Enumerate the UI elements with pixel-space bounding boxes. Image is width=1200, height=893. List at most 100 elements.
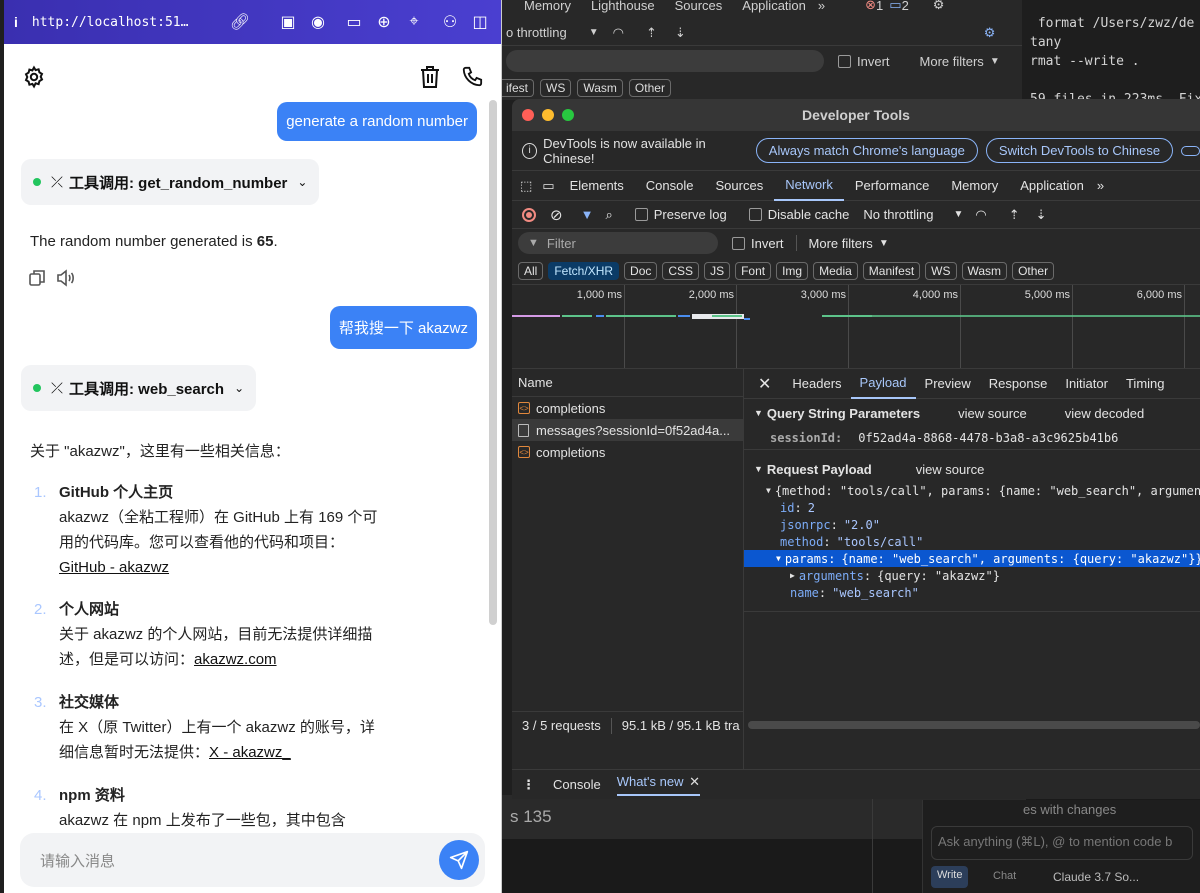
search-icon[interactable]: ⌕	[605, 207, 612, 223]
bg-write-button[interactable]: Write	[931, 866, 969, 888]
bg-more-filters-arrow-icon[interactable]: ▼	[990, 56, 1000, 67]
bg-tab-application[interactable]: Application	[742, 0, 806, 13]
website-link[interactable]: akazwz.com	[194, 651, 277, 668]
match-language-button[interactable]: Always match Chrome's language	[755, 138, 978, 163]
crosshair-icon[interactable]: ⌖	[403, 11, 425, 33]
bg-download-icon[interactable]: ⇣	[675, 25, 686, 41]
trash-icon[interactable]	[419, 65, 441, 89]
request-row[interactable]: <> completions	[512, 441, 743, 463]
tab-timing[interactable]: Timing	[1117, 369, 1174, 399]
record-icon[interactable]	[522, 207, 536, 222]
tab-response[interactable]: Response	[980, 369, 1057, 399]
send-button[interactable]	[439, 840, 479, 880]
switch-chinese-button[interactable]: Switch DevTools to Chinese	[985, 138, 1174, 163]
filter-funnel-icon[interactable]: ▼	[581, 207, 594, 222]
view-decoded-link[interactable]: view decoded	[1065, 406, 1145, 421]
type-manifest[interactable]: Manifest	[862, 261, 921, 280]
info-icon[interactable]: i	[14, 14, 18, 30]
speaker-icon[interactable]	[56, 269, 76, 292]
chat-scrollbar[interactable]	[489, 100, 497, 625]
drawer-tab-console[interactable]: Console	[553, 777, 601, 792]
extension-icon[interactable]: ⚇	[439, 11, 461, 33]
invert-checkbox[interactable]	[732, 236, 745, 250]
type-all[interactable]: All	[518, 261, 544, 280]
payload-summary[interactable]: ▼ {method: "tools/call", params: {name: …	[766, 482, 1200, 499]
type-other[interactable]: Other	[1012, 261, 1055, 280]
globe-icon[interactable]: ⊕	[373, 11, 395, 33]
bg-model-label[interactable]: Claude 3.7 So...	[1053, 870, 1139, 884]
request-row[interactable]: <> completions	[512, 397, 743, 419]
throttling-select[interactable]: No throttling	[863, 207, 933, 222]
more-filters-arrow-icon[interactable]: ▼	[879, 238, 889, 249]
type-img[interactable]: Img	[776, 261, 809, 280]
wifi-icon[interactable]: ◠	[975, 207, 986, 223]
close-window-icon[interactable]	[522, 109, 534, 121]
payload-field[interactable]: ▶ arguments: {query: "akazwz"}	[766, 567, 1200, 584]
request-row[interactable]: messages?sessionId=0f52ad4a...	[512, 419, 743, 441]
type-css[interactable]: CSS	[662, 261, 700, 280]
tab-console[interactable]: Console	[635, 171, 705, 201]
bg-chat-label[interactable]: Chat	[993, 870, 1016, 882]
settings-icon[interactable]	[22, 65, 46, 89]
bg-more-filters[interactable]: More filters	[920, 54, 984, 69]
bg-more-tabs-icon[interactable]: »	[818, 0, 825, 13]
tab-initiator[interactable]: Initiator	[1056, 369, 1117, 399]
copy-icon[interactable]	[28, 269, 46, 292]
more-tabs-icon[interactable]: »	[1097, 178, 1104, 193]
minimize-window-icon[interactable]	[542, 109, 554, 121]
device-toolbar-icon[interactable]: ▭	[542, 178, 554, 194]
tab-network[interactable]: Network	[774, 171, 844, 201]
view-source-link[interactable]: view source	[958, 406, 1027, 421]
maximize-window-icon[interactable]	[562, 109, 574, 121]
drawer-tab-whats-new[interactable]: What's new ✕	[616, 774, 701, 796]
drawer-menu-icon[interactable]: ⋮	[522, 777, 535, 793]
type-ws[interactable]: WS	[925, 261, 957, 280]
link-icon[interactable]: 🔗︎	[229, 11, 251, 33]
tab-preview[interactable]: Preview	[916, 369, 980, 399]
tab-sources[interactable]: Sources	[705, 171, 775, 201]
query-params-header[interactable]: ▼ Query String Parameters view source vi…	[744, 400, 1200, 426]
tab-memory[interactable]: Memory	[940, 171, 1009, 201]
upload-icon[interactable]: ⇡	[1009, 207, 1020, 223]
url-text[interactable]: http://localhost:51…	[32, 15, 221, 30]
type-wasm[interactable]: Wasm	[961, 261, 1008, 280]
view-source-link[interactable]: view source	[916, 462, 985, 477]
tool-call-chip[interactable]: ⤫ 工具调用: web_search ⌄	[21, 365, 257, 411]
inspect-icon[interactable]: ⬚	[520, 178, 532, 194]
bg-type-other[interactable]: Other	[628, 79, 671, 97]
bg-throttle-arrow-icon[interactable]: ▼	[589, 27, 599, 38]
terminal-icon[interactable]: ▭	[343, 11, 365, 33]
bg-wifi-icon[interactable]: ◠	[613, 25, 624, 41]
download-icon[interactable]: ⇣	[1036, 207, 1047, 223]
sidebar-icon[interactable]: ◫	[469, 11, 491, 33]
payload-header[interactable]: ▼ Request Payload view source	[744, 456, 1200, 482]
type-doc[interactable]: Doc	[624, 261, 658, 280]
bg-tab-sources[interactable]: Sources	[675, 0, 723, 13]
preserve-log-checkbox[interactable]	[634, 208, 648, 221]
type-fetch-xhr[interactable]: Fetch/XHR	[548, 261, 620, 280]
bg-tab-memory[interactable]: Memory	[524, 0, 571, 13]
github-link[interactable]: GitHub - akazwz	[59, 559, 169, 576]
network-timeline[interactable]: 1,000 ms 2,000 ms 3,000 ms 4,000 ms 5,00…	[512, 285, 1200, 369]
phone-icon[interactable]	[461, 66, 483, 88]
name-column-header[interactable]: Name	[512, 369, 743, 397]
bg-upload-icon[interactable]: ⇡	[646, 25, 657, 41]
bg-gear-icon[interactable]: ⚙	[984, 25, 996, 41]
payload-field-selected[interactable]: ▼ params: {name: "web_search", arguments…	[744, 550, 1200, 567]
bg-tab-lighthouse[interactable]: Lighthouse	[591, 0, 655, 13]
bg-ask-input[interactable]: Ask anything (⌘L), @ to mention code b	[931, 826, 1193, 860]
disable-cache-checkbox[interactable]	[748, 208, 762, 221]
type-media[interactable]: Media	[813, 261, 858, 280]
bg-invert-checkbox[interactable]	[838, 54, 851, 68]
horizontal-scrollbar[interactable]	[748, 721, 1200, 729]
close-tab-icon[interactable]: ✕	[689, 774, 700, 789]
tool-call-chip[interactable]: ⤫ 工具调用: get_random_number ⌄	[21, 159, 320, 205]
overflow-button[interactable]	[1181, 145, 1200, 156]
more-filters-button[interactable]: More filters	[809, 236, 873, 251]
screenshot-icon[interactable]: ▣	[277, 11, 299, 33]
tab-application[interactable]: Application	[1009, 171, 1095, 201]
bg-settings-icon[interactable]: ⚙	[933, 0, 945, 13]
bg-type-manifest[interactable]: ifest	[502, 79, 535, 97]
bg-type-wasm[interactable]: Wasm	[577, 79, 623, 97]
message-input[interactable]: 请输入消息	[20, 833, 485, 887]
